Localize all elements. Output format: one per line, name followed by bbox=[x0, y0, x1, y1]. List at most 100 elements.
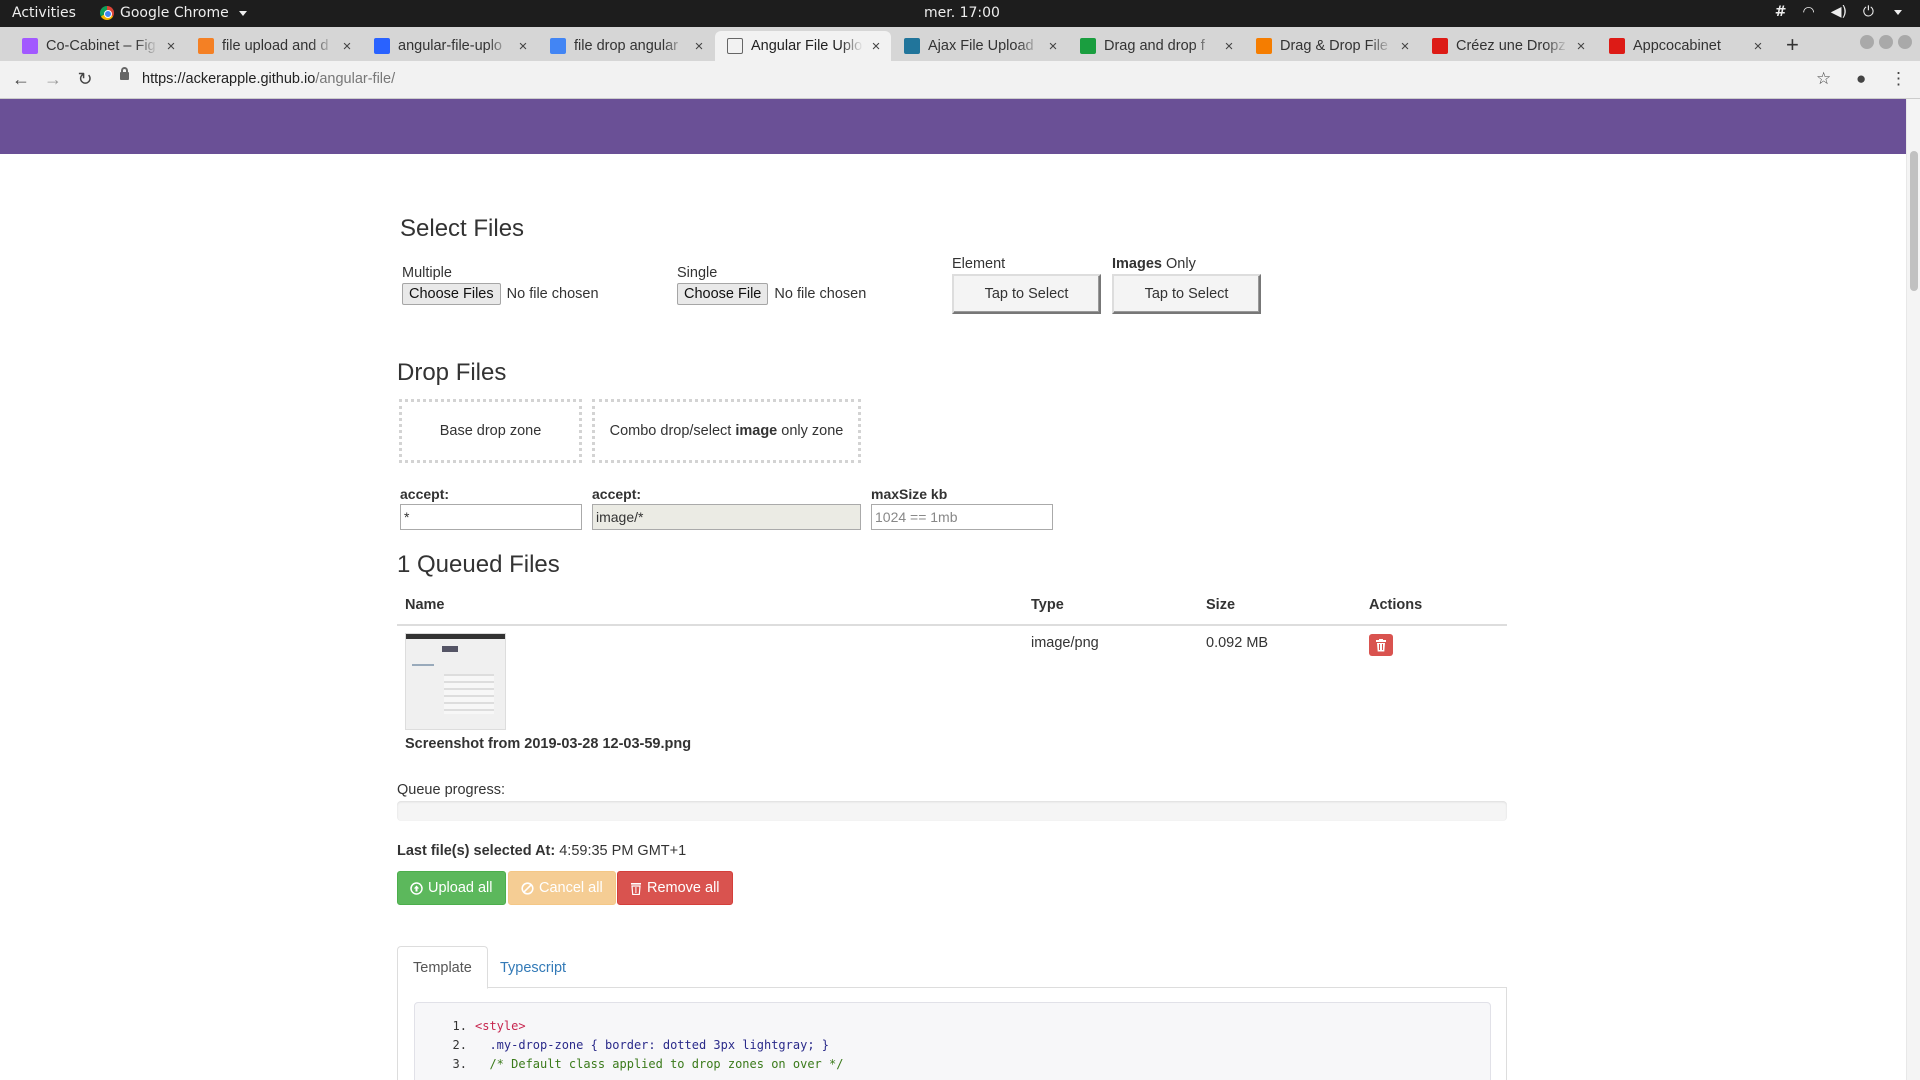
back-arrow-icon[interactable]: ← bbox=[10, 69, 32, 90]
menu-dots-icon[interactable]: ⋮ bbox=[1890, 69, 1907, 89]
close-tab-icon[interactable]: × bbox=[1574, 38, 1588, 55]
trash-icon bbox=[631, 882, 641, 895]
combo-zone-text-post: only zone bbox=[777, 423, 844, 439]
maxsize-input[interactable] bbox=[871, 504, 1053, 530]
address-bar[interactable]: https://ackerapple.github.io/angular-fil… bbox=[142, 71, 395, 87]
browser-tab[interactable]: file upload and d × bbox=[186, 31, 362, 61]
browser-tab[interactable]: Drag and drop f × bbox=[1068, 31, 1244, 61]
close-tab-icon[interactable]: × bbox=[516, 38, 530, 55]
ban-icon bbox=[521, 881, 534, 895]
close-window-button[interactable] bbox=[1898, 35, 1912, 49]
multiple-file-status: No file chosen bbox=[506, 286, 599, 302]
chevron-down-icon bbox=[1894, 9, 1902, 15]
column-header-type: Type bbox=[1031, 597, 1064, 613]
images-select-button[interactable]: Tap to Select bbox=[1112, 274, 1261, 314]
code-line: 1. <style> bbox=[445, 1017, 1490, 1036]
single-label: Single bbox=[677, 265, 718, 281]
clock[interactable]: mer. 17:00 bbox=[924, 5, 1000, 21]
browser-tab[interactable]: Angular File Uplo × bbox=[715, 31, 891, 61]
file-size: 0.092 MB bbox=[1206, 635, 1269, 651]
close-tab-icon[interactable]: × bbox=[1046, 38, 1060, 55]
forward-arrow-icon[interactable]: → bbox=[42, 69, 64, 90]
browser-tab[interactable]: Créez une Dropz × bbox=[1420, 31, 1596, 61]
single-file-input[interactable]: Choose File No file chosen bbox=[677, 283, 866, 305]
volume-icon: ◀) bbox=[1830, 4, 1847, 20]
bookmark-star-icon[interactable]: ☆ bbox=[1816, 69, 1831, 89]
minimize-button[interactable] bbox=[1860, 35, 1874, 49]
code-text: /* Default class applied to drop zones o… bbox=[475, 1057, 844, 1071]
tab-title: Angular File Uplo bbox=[751, 38, 863, 54]
queue-progress-label: Queue progress: bbox=[397, 782, 506, 798]
url-path: /angular-file/ bbox=[315, 71, 396, 87]
remove-all-label: Remove all bbox=[647, 880, 720, 896]
base-drop-zone[interactable]: Base drop zone bbox=[399, 399, 582, 463]
browser-tab[interactable]: Ajax File Upload × bbox=[892, 31, 1068, 61]
close-tab-icon[interactable]: × bbox=[1751, 38, 1765, 55]
column-header-size: Size bbox=[1206, 597, 1236, 613]
upload-all-label: Upload all bbox=[428, 880, 493, 896]
browser-tab[interactable]: file drop angular × bbox=[538, 31, 714, 61]
combo-zone-text-pre: Combo drop/select bbox=[609, 423, 736, 439]
close-tab-icon[interactable]: × bbox=[692, 38, 706, 55]
combo-zone-text-bold: image bbox=[735, 423, 778, 439]
browser-toolbar: ← → ↻ https://ackerapple.github.io/angul… bbox=[0, 61, 1920, 99]
combo-image-drop-zone[interactable]: Combo drop/select image only zone bbox=[592, 399, 861, 463]
last-selected-value: 4:59:35 PM GMT+1 bbox=[559, 843, 687, 859]
tab-title: Co-Cabinet – Fig bbox=[46, 38, 156, 54]
code-line: 2. .my-drop-zone { border: dotted 3px li… bbox=[445, 1036, 1490, 1055]
figma-icon bbox=[22, 38, 38, 54]
choose-files-button[interactable]: Choose Files bbox=[402, 283, 501, 305]
images-label-rest: Only bbox=[1161, 256, 1196, 272]
last-selected: Last file(s) selected At: 4:59:35 PM GMT… bbox=[397, 843, 686, 859]
tab-typescript[interactable]: Typescript bbox=[485, 946, 581, 989]
page-scrollbar[interactable] bbox=[1906, 99, 1920, 1080]
account-icon[interactable]: ● bbox=[1856, 69, 1866, 89]
accept-image-input[interactable] bbox=[592, 504, 861, 530]
power-icon: ⏻ bbox=[1862, 4, 1874, 20]
accept-input[interactable] bbox=[400, 504, 582, 530]
maximize-button[interactable] bbox=[1879, 35, 1893, 49]
chevron-down-icon bbox=[238, 10, 247, 16]
column-header-actions: Actions bbox=[1369, 597, 1423, 613]
remove-all-button[interactable]: Remove all bbox=[617, 871, 733, 905]
close-tab-icon[interactable]: × bbox=[164, 38, 178, 55]
close-tab-icon[interactable]: × bbox=[869, 38, 883, 55]
scrollbar-thumb[interactable] bbox=[1910, 151, 1918, 291]
browser-tab[interactable]: Drag & Drop File × bbox=[1244, 31, 1420, 61]
trash-icon bbox=[1376, 638, 1386, 651]
close-tab-icon[interactable]: × bbox=[340, 38, 354, 55]
maxsize-label: maxSize kb bbox=[871, 486, 948, 502]
element-select-button[interactable]: Tap to Select bbox=[952, 274, 1101, 314]
tab-title: Ajax File Upload bbox=[928, 38, 1034, 54]
new-tab-button[interactable]: + bbox=[1786, 32, 1799, 58]
browser-tab[interactable]: Co-Cabinet – Fig × bbox=[10, 31, 186, 61]
line-number: 2. bbox=[452, 1038, 467, 1052]
drop-files-heading: Drop Files bbox=[397, 359, 507, 386]
table-header-divider bbox=[397, 624, 1507, 626]
multiple-file-input[interactable]: Choose Files No file chosen bbox=[402, 283, 599, 305]
lock-icon[interactable] bbox=[120, 67, 129, 80]
document-icon bbox=[727, 38, 743, 54]
tab-template[interactable]: Template bbox=[397, 946, 488, 989]
line-number: 1. bbox=[452, 1019, 467, 1033]
multiple-label: Multiple bbox=[402, 265, 452, 281]
reload-icon[interactable]: ↻ bbox=[74, 69, 96, 90]
browser-tab[interactable]: angular-file-uplo × bbox=[362, 31, 538, 61]
code-line: 3. /* Default class applied to drop zone… bbox=[445, 1055, 1490, 1074]
single-file-status: No file chosen bbox=[774, 286, 867, 302]
browser-tab[interactable]: Appcocabinet × bbox=[1597, 31, 1773, 61]
code-text: <style> bbox=[475, 1019, 526, 1033]
choose-file-button[interactable]: Choose File bbox=[677, 283, 769, 305]
activities-button[interactable]: Activities bbox=[12, 5, 76, 21]
remove-file-button[interactable] bbox=[1369, 634, 1393, 656]
accept-label-2: accept: bbox=[592, 486, 642, 502]
angular-icon bbox=[1432, 38, 1448, 54]
system-tray[interactable]: # ◠ ◀) ⏻ bbox=[1775, 4, 1902, 20]
slack-icon[interactable]: # bbox=[1775, 4, 1787, 20]
upload-all-button[interactable]: Upload all bbox=[397, 871, 506, 905]
cancel-all-button[interactable]: Cancel all bbox=[508, 871, 616, 905]
line-number: 3. bbox=[452, 1057, 467, 1071]
app-menu[interactable]: Google Chrome bbox=[100, 5, 247, 21]
close-tab-icon[interactable]: × bbox=[1222, 38, 1236, 55]
close-tab-icon[interactable]: × bbox=[1398, 38, 1412, 55]
